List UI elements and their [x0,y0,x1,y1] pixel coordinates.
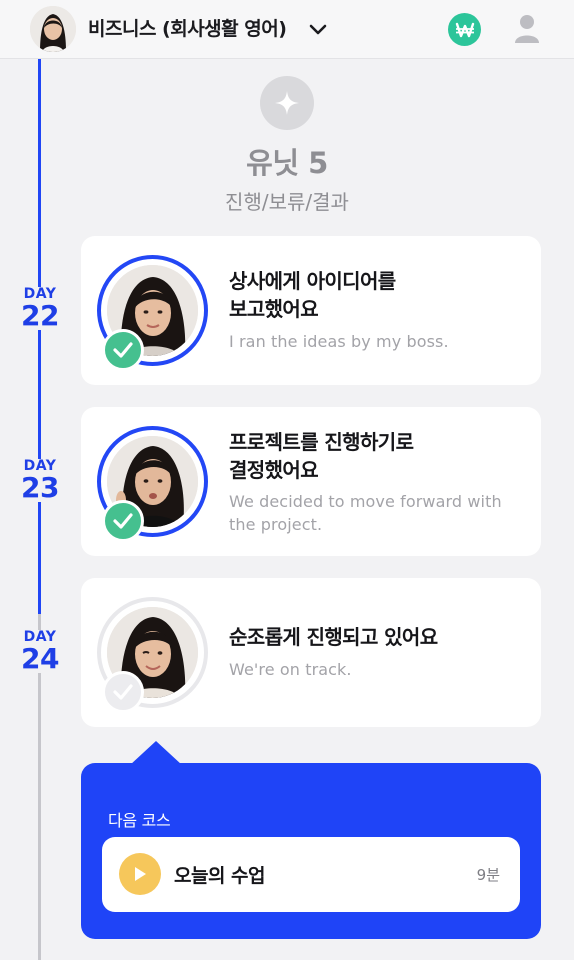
play-icon[interactable] [119,853,161,895]
lesson-card-day-23[interactable]: 프로젝트를 진행하기로 결정했어요 We decided to move for… [81,407,541,556]
lesson-thumbnail [97,426,208,542]
lesson-title: 프로젝트를 진행하기로 결정했어요 [229,430,414,482]
next-course-panel: 다음 코스 오늘의 수업 9분 [81,763,541,939]
lesson-thumbnail [97,255,208,371]
completed-check-icon [102,500,144,542]
day-marker-24: DAY 24 [10,630,70,673]
won-coin-icon[interactable] [448,13,481,46]
lesson-subtitle: I ran the ideas by my boss. [229,332,449,351]
lesson-card-day-24[interactable]: 순조롭게 진행되고 있어요 We're on track. [81,578,541,727]
unit-subtitle: 진행/보류/결과 [225,190,349,214]
next-course-duration: 9분 [476,866,500,884]
lesson-subtitle: We're on track. [229,660,352,679]
next-course-title: 오늘의 수업 [174,865,266,887]
chevron-down-icon[interactable] [308,20,328,40]
user-icon[interactable] [514,14,540,44]
lesson-thumbnail [97,597,208,713]
next-panel-pointer [130,741,182,765]
lesson-title: 순조롭게 진행되고 있어요 [229,625,438,649]
lesson-subtitle: We decided to move forward with the proj… [229,492,502,534]
top-bar: 비즈니스 (회사생활 영어) [0,0,574,59]
pending-check-icon [102,671,144,713]
lesson-card-day-22[interactable]: 상사에게 아이디어를 보고했어요 I ran the ideas by my b… [81,236,541,385]
today-lesson-button[interactable]: 오늘의 수업 9분 [102,837,520,912]
sparkle-icon [260,76,314,130]
unit-title: 유닛 5 [246,146,328,180]
next-course-label: 다음 코스 [108,811,171,830]
day-marker-22: DAY 22 [10,287,70,330]
lesson-title: 상사에게 아이디어를 보고했어요 [229,269,396,321]
instructor-avatar[interactable] [30,6,76,52]
completed-check-icon [102,329,144,371]
course-title[interactable]: 비즈니스 (회사생활 영어) [88,14,287,41]
day-marker-23: DAY 23 [10,459,70,502]
